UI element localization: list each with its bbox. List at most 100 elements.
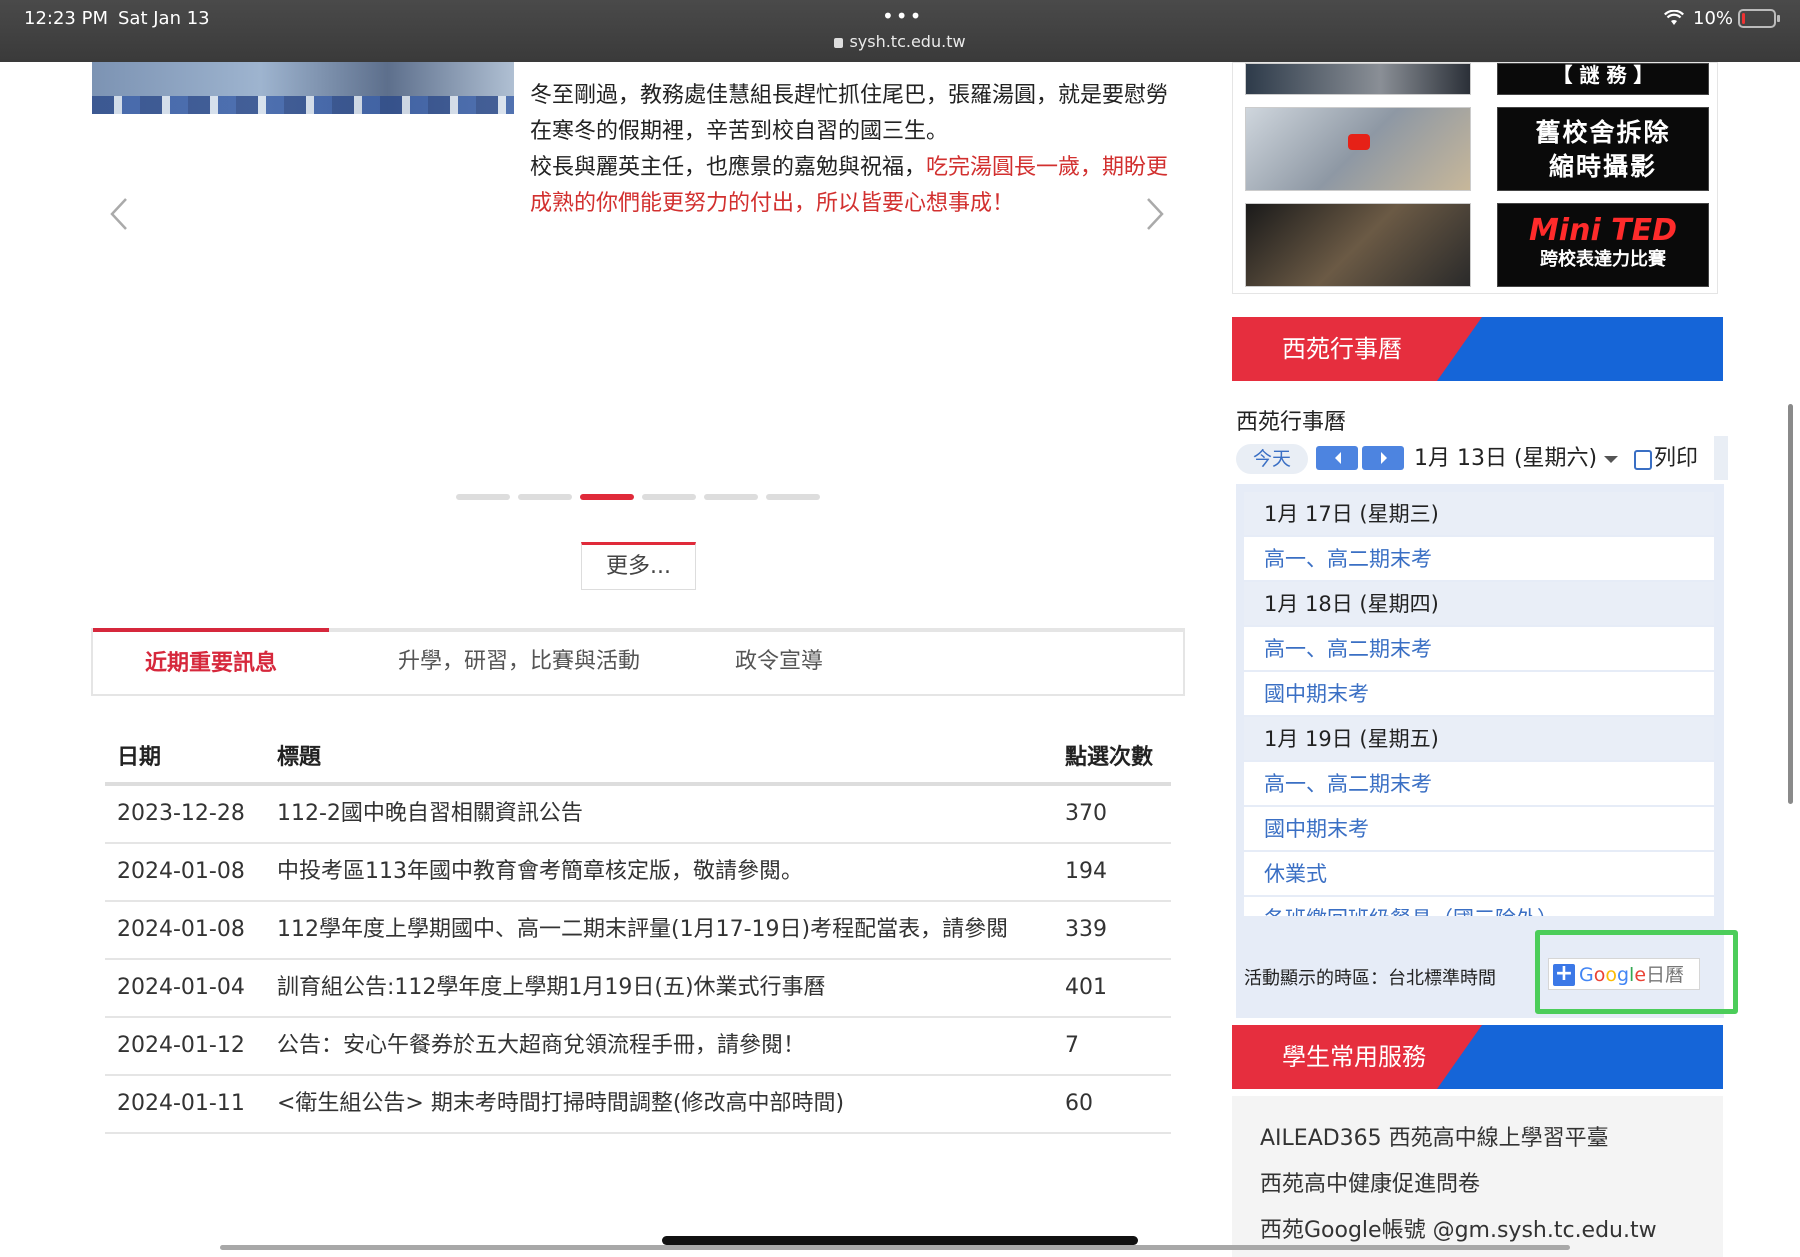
more-dots-icon[interactable]: ••• bbox=[882, 4, 923, 28]
row-date: 2024-01-08 bbox=[105, 843, 265, 902]
table-row[interactable]: 2024-01-08 中投考區113年國中教育會考簡章核定版，敬請參閱。 194 bbox=[105, 843, 1171, 902]
table-row[interactable]: 2023-12-28 112-2國中晚自習相關資訊公告 370 bbox=[105, 784, 1171, 844]
video-thumbnail[interactable] bbox=[1245, 63, 1471, 95]
row-click-count: 370 bbox=[1053, 784, 1171, 844]
agenda-event[interactable]: 國中期末考 bbox=[1244, 672, 1714, 717]
carousel-dot[interactable] bbox=[518, 494, 572, 500]
status-bar: 12:23 PM Sat Jan 13 ••• sysh.tc.edu.tw 1… bbox=[0, 0, 1800, 62]
agenda-event[interactable]: 高一、高二期末考 bbox=[1244, 537, 1714, 582]
calendar-toolbar: 今天 1月 13日 (星期六) 列印 bbox=[1236, 436, 1728, 480]
printer-icon[interactable] bbox=[1634, 450, 1652, 470]
video-link-services[interactable]: 【 謎 務 】 bbox=[1497, 63, 1709, 95]
status-time: 12:23 PM bbox=[24, 8, 108, 29]
service-link[interactable]: 西苑高中健康促進問卷 bbox=[1260, 1162, 1695, 1208]
carousel-dot[interactable] bbox=[642, 494, 696, 500]
battery-icon bbox=[1738, 9, 1780, 28]
header-date[interactable]: 日期 bbox=[105, 728, 265, 786]
services-section-title: 學生常用服務 bbox=[1282, 1043, 1426, 1071]
video-link-demolition[interactable]: 舊校舍拆除 縮時攝影 bbox=[1497, 107, 1709, 191]
calendar-section-header: 西苑行事曆 bbox=[1232, 317, 1723, 381]
news-line2: 校長與麗英主任，也應景的嘉勉與祝福， bbox=[530, 155, 927, 180]
services-list: AILEAD365 西苑高中線上學習平臺 西苑高中健康促進問卷 西苑Google… bbox=[1232, 1096, 1723, 1257]
address-bar[interactable]: sysh.tc.edu.tw bbox=[0, 32, 1800, 51]
calendar-widget-title: 西苑行事曆 bbox=[1236, 410, 1347, 435]
add-to-google-calendar-button[interactable]: + Google日曆 bbox=[1548, 958, 1700, 990]
news-text: 冬至剛過，教務處佳慧組長趕忙抓住尾巴，張羅湯圓，就是要慰勞在寒冬的假期裡，辛苦到… bbox=[530, 78, 1170, 222]
table-row[interactable]: 2024-01-11 <衛生組公告> 期末考時間打掃時間調整(修改高中部時間) 60 bbox=[105, 1075, 1171, 1134]
carousel-indicators bbox=[456, 494, 820, 500]
table-row[interactable]: 2024-01-04 訓育組公告:112學年度上學期1月19日(五)休業式行事曆 4… bbox=[105, 959, 1171, 1018]
agenda-event[interactable]: 高一、高二期末考 bbox=[1244, 762, 1714, 807]
table-header-row: 日期 標題 點選次數 bbox=[105, 728, 1171, 786]
news-tabs: 近期重要訊息 升學，研習，比賽與活動 政令宣導 bbox=[91, 628, 1185, 696]
row-title-link[interactable]: 訓育組公告:112學年度上學期1月19日(五)休業式行事曆 bbox=[265, 959, 1053, 1018]
row-date: 2024-01-04 bbox=[105, 959, 265, 1018]
video-grid: 【 謎 務 】 舊校舍拆除 縮時攝影 Mini TED 跨校表達力比賽 bbox=[1232, 62, 1718, 294]
battery-fill bbox=[1742, 13, 1745, 24]
timezone-note: 活動顯示的時區：台北標準時間 bbox=[1244, 968, 1496, 989]
tab-recent-news[interactable]: 近期重要訊息 bbox=[93, 628, 329, 692]
more-button[interactable]: 更多... bbox=[581, 542, 696, 590]
service-link[interactable]: AILEAD365 西苑高中線上學習平臺 bbox=[1260, 1116, 1695, 1162]
row-title-link[interactable]: 112-2國中晚自習相關資訊公告 bbox=[265, 784, 1053, 844]
row-title-link[interactable]: <衛生組公告> 期末考時間打掃時間調整(修改高中部時間) bbox=[265, 1075, 1053, 1134]
google-calendar-suffix: 日曆 bbox=[1646, 964, 1685, 986]
row-click-count: 401 bbox=[1053, 959, 1171, 1018]
row-click-count: 7 bbox=[1053, 1017, 1171, 1076]
agenda-list[interactable]: 1月 17日 (星期三) 高一、高二期末考 1月 18日 (星期四) 高一、高二期末考… bbox=[1244, 492, 1714, 916]
carousel-dot[interactable] bbox=[766, 494, 820, 500]
date-dropdown-icon[interactable] bbox=[1604, 456, 1618, 463]
header-title[interactable]: 標題 bbox=[265, 728, 1053, 786]
header-count[interactable]: 點選次數 bbox=[1053, 728, 1171, 786]
google-calendar-label: Google日曆 bbox=[1579, 961, 1684, 989]
table-row[interactable]: 2024-01-08 112學年度上學期國中、高一二期末評量(1月17-19日)考… bbox=[105, 901, 1171, 960]
row-title-link[interactable]: 112學年度上學期國中、高一二期末評量(1月17-19日)考程配當表，請參閱 bbox=[265, 901, 1053, 960]
video-link-demolition-line1: 舊校舍拆除 bbox=[1535, 118, 1671, 147]
tab-activities[interactable]: 升學，研習，比賽與活動 bbox=[329, 632, 709, 696]
agenda-day-header: 1月 18日 (星期四) bbox=[1244, 582, 1714, 627]
calendar-current-date: 1月 13日 (星期六) bbox=[1414, 446, 1598, 471]
horizontal-scrollbar[interactable] bbox=[220, 1245, 1570, 1250]
google-wordmark: Google bbox=[1579, 964, 1647, 986]
youtube-play-icon bbox=[1348, 134, 1370, 150]
row-title-link[interactable]: 中投考區113年國中教育會考簡章核定版，敬請參閱。 bbox=[265, 843, 1053, 902]
toolbar-overflow bbox=[1714, 436, 1728, 480]
row-date: 2023-12-28 bbox=[105, 784, 265, 844]
video-link-demolition-line2: 縮時攝影 bbox=[1548, 152, 1657, 181]
agenda-event[interactable]: 國中期末考 bbox=[1244, 807, 1714, 852]
video-thumbnail[interactable] bbox=[1245, 107, 1471, 191]
news-photo[interactable] bbox=[92, 62, 514, 114]
calendar-section-title: 西苑行事曆 bbox=[1282, 335, 1402, 363]
table-row[interactable]: 2024-01-12 公告：安心午餐券於五大超商兌領流程手冊，請參閱！ 7 bbox=[105, 1017, 1171, 1076]
vertical-scrollbar[interactable] bbox=[1788, 404, 1793, 804]
video-thumbnail[interactable] bbox=[1245, 203, 1471, 287]
row-click-count: 339 bbox=[1053, 901, 1171, 960]
today-button[interactable]: 今天 bbox=[1236, 444, 1308, 474]
news-table: 日期 標題 點選次數 2023-12-28 112-2國中晚自習相關資訊公告 370… bbox=[105, 728, 1171, 1134]
lock-icon bbox=[834, 38, 844, 48]
plus-icon: + bbox=[1553, 961, 1575, 986]
agenda-event[interactable]: 各班繳回班級餐具（國三除外） bbox=[1244, 897, 1714, 916]
carousel-dot[interactable] bbox=[704, 494, 758, 500]
tab-policy[interactable]: 政令宣導 bbox=[709, 632, 849, 696]
url-text: sysh.tc.edu.tw bbox=[849, 32, 966, 51]
chevron-left-icon[interactable] bbox=[108, 196, 130, 232]
home-indicator[interactable] bbox=[662, 1236, 1138, 1245]
next-day-button[interactable] bbox=[1362, 446, 1404, 470]
previous-day-button[interactable] bbox=[1316, 446, 1358, 470]
mini-ted-subtitle: 跨校表達力比賽 bbox=[1540, 249, 1666, 270]
print-button[interactable]: 列印 bbox=[1654, 442, 1698, 476]
carousel-dot[interactable] bbox=[580, 494, 634, 500]
row-title-link[interactable]: 公告：安心午餐券於五大超商兌領流程手冊，請參閱！ bbox=[265, 1017, 1053, 1076]
agenda-event[interactable]: 高一、高二期末考 bbox=[1244, 627, 1714, 672]
agenda-day-header: 1月 17日 (星期三) bbox=[1244, 492, 1714, 537]
video-link-mini-ted[interactable]: Mini TED 跨校表達力比賽 bbox=[1497, 203, 1709, 287]
agenda-event[interactable]: 休業式 bbox=[1244, 852, 1714, 897]
row-click-count: 194 bbox=[1053, 843, 1171, 902]
calendar-agenda: 1月 17日 (星期三) 高一、高二期末考 1月 18日 (星期四) 高一、高二期末考… bbox=[1236, 484, 1724, 1018]
chevron-right-icon[interactable] bbox=[1144, 196, 1166, 232]
carousel-dot[interactable] bbox=[456, 494, 510, 500]
row-date: 2024-01-11 bbox=[105, 1075, 265, 1134]
status-date: Sat Jan 13 bbox=[118, 8, 210, 29]
battery-percent: 10% bbox=[1693, 8, 1734, 29]
